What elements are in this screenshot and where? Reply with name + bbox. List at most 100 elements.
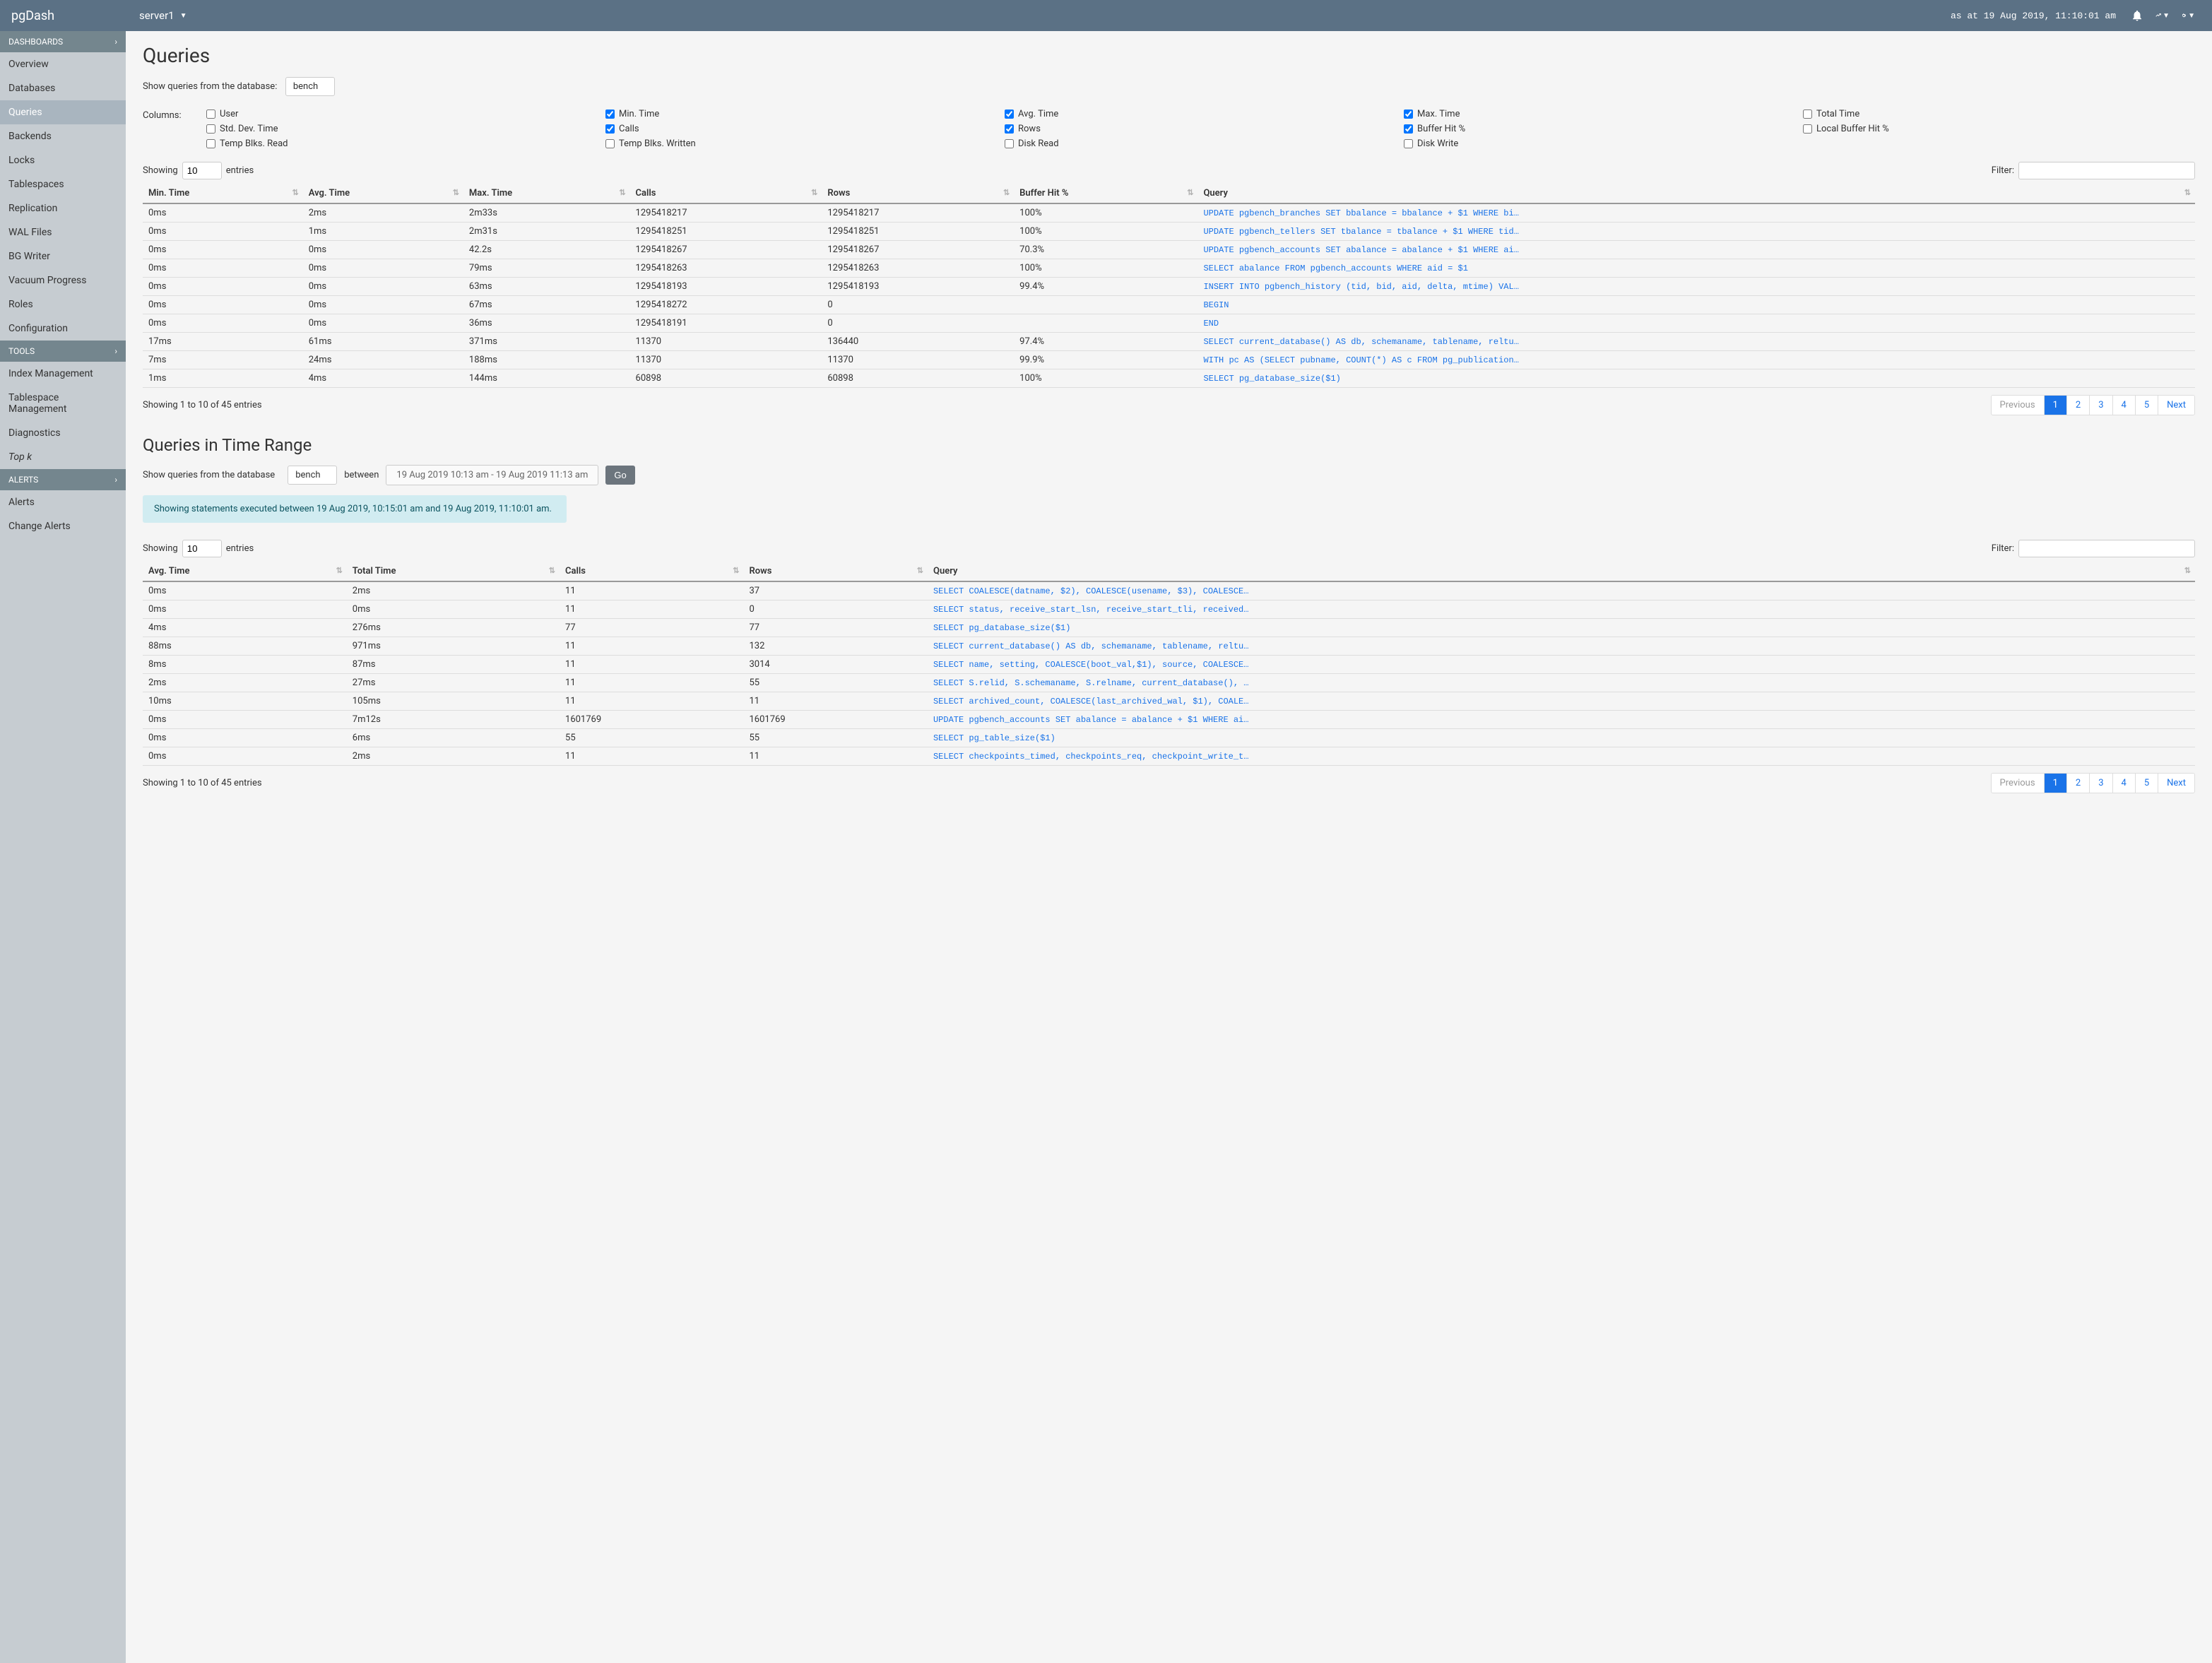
query-link[interactable]: UPDATE pgbench_accounts SET abalance = a… [928,711,2195,729]
query-link[interactable]: SELECT current_database() AS db, scheman… [1197,333,2195,351]
page-button[interactable]: 4 [2113,396,2136,415]
sidebar-item-top-k[interactable]: Top k [0,445,126,469]
page-button[interactable]: 5 [2136,396,2158,415]
sidebar-item-bg-writer[interactable]: BG Writer [0,244,126,268]
column-checkbox[interactable] [1005,110,1014,119]
column-checkbox[interactable] [206,139,215,148]
column-checkbox[interactable] [206,110,215,119]
column-header[interactable]: Max. Time⇅ [463,184,630,203]
column-checkbox[interactable] [1803,110,1812,119]
query-link[interactable]: SELECT COALESCE(datname, $2), COALESCE(u… [928,581,2195,600]
chart-icon[interactable]: ▼ [2155,8,2170,23]
query-link[interactable]: END [1197,314,2195,333]
db-select[interactable]: bench [285,77,335,96]
query-link[interactable]: SELECT status, receive_start_lsn, receiv… [928,600,2195,619]
sidebar-item-index-management[interactable]: Index Management [0,362,126,386]
sidebar-item-locks[interactable]: Locks [0,148,126,172]
filter-input[interactable] [2018,162,2195,179]
column-header[interactable]: Query⇅ [1197,184,2195,203]
cell: 276ms [347,619,560,637]
query-link[interactable]: BEGIN [1197,296,2195,314]
column-header[interactable]: Calls⇅ [560,562,743,581]
column-header[interactable]: Min. Time⇅ [143,184,303,203]
column-checkbox[interactable] [605,124,615,134]
column-checkbox[interactable] [605,139,615,148]
sidebar-item-change-alerts[interactable]: Change Alerts [0,514,126,538]
query-link[interactable]: WITH pc AS (SELECT pubname, COUNT(*) AS … [1197,351,2195,369]
cell: 0ms [303,259,463,278]
go-button[interactable]: Go [605,466,634,485]
cell: 99.4% [1014,278,1197,296]
column-header[interactable]: Avg. Time⇅ [303,184,463,203]
page-button[interactable]: 1 [2045,396,2067,415]
entries-input-2[interactable] [182,540,222,557]
sidebar-item-wal-files[interactable]: WAL Files [0,220,126,244]
column-header[interactable]: Buffer Hit %⇅ [1014,184,1197,203]
query-link[interactable]: SELECT pg_database_size($1) [928,619,2195,637]
page-button[interactable]: 2 [2067,774,2090,793]
sort-icon: ⇅ [619,188,625,197]
gear-icon[interactable]: ▼ [2181,8,2195,23]
query-link[interactable]: UPDATE pgbench_accounts SET abalance = a… [1197,241,2195,259]
sidebar-section-header[interactable]: DASHBOARDS› [0,31,126,52]
cell: 136440 [822,333,1014,351]
sidebar-item-queries[interactable]: Queries [0,100,126,124]
query-link[interactable]: SELECT checkpoints_timed, checkpoints_re… [928,747,2195,766]
column-header[interactable]: Avg. Time⇅ [143,562,347,581]
sidebar-item-alerts[interactable]: Alerts [0,490,126,514]
query-link[interactable]: SELECT name, setting, COALESCE(boot_val,… [928,656,2195,674]
page-button[interactable]: Next [2158,396,2194,415]
column-checkbox[interactable] [1005,139,1014,148]
column-header[interactable]: Rows⇅ [822,184,1014,203]
cell: 60898 [630,369,822,388]
sidebar-item-databases[interactable]: Databases [0,76,126,100]
sidebar-item-overview[interactable]: Overview [0,52,126,76]
query-link[interactable]: UPDATE pgbench_branches SET bbalance = b… [1197,203,2195,223]
sidebar-item-vacuum-progress[interactable]: Vacuum Progress [0,268,126,292]
column-checkbox[interactable] [206,124,215,134]
query-link[interactable]: SELECT abalance FROM pgbench_accounts WH… [1197,259,2195,278]
time-range-picker[interactable]: 19 Aug 2019 10:13 am - 19 Aug 2019 11:13… [386,465,598,485]
column-header[interactable]: Total Time⇅ [347,562,560,581]
sidebar-item-diagnostics[interactable]: Diagnostics [0,421,126,445]
page-button[interactable]: 5 [2136,774,2158,793]
table-row: 4ms276ms7777SELECT pg_database_size($1) [143,619,2195,637]
sidebar-item-tablespaces[interactable]: Tablespaces [0,172,126,196]
sidebar-item-backends[interactable]: Backends [0,124,126,148]
query-link[interactable]: SELECT archived_count, COALESCE(last_arc… [928,692,2195,711]
query-link[interactable]: SELECT current_database() AS db, scheman… [928,637,2195,656]
column-checkbox[interactable] [605,110,615,119]
column-header[interactable]: Calls⇅ [630,184,822,203]
page-button[interactable]: Next [2158,774,2194,793]
column-checkbox[interactable] [1404,124,1413,134]
column-header[interactable]: Rows⇅ [744,562,928,581]
db-select-2[interactable]: bench [288,466,337,485]
page-button[interactable]: 4 [2113,774,2136,793]
page-button[interactable]: 2 [2067,396,2090,415]
query-link[interactable]: UPDATE pgbench_tellers SET tbalance = tb… [1197,223,2195,241]
entries-input[interactable] [182,162,222,179]
bell-icon[interactable] [2130,8,2144,23]
query-link[interactable]: INSERT INTO pgbench_history (tid, bid, a… [1197,278,2195,296]
page-button[interactable]: 3 [2090,396,2112,415]
sidebar-item-tablespace-management[interactable]: Tablespace Management [0,386,126,421]
page-button[interactable]: 1 [2045,774,2067,793]
cell: 1ms [303,223,463,241]
column-checkbox[interactable] [1404,110,1413,119]
column-checkbox[interactable] [1803,124,1812,134]
page-button[interactable]: 3 [2090,774,2112,793]
filter-input-2[interactable] [2018,540,2195,557]
column-checkbox[interactable] [1005,124,1014,134]
sidebar-section-header[interactable]: TOOLS› [0,341,126,362]
column-checkbox[interactable] [1404,139,1413,148]
server-dropdown[interactable]: server1 ▼ [139,9,187,22]
sidebar-section-header[interactable]: ALERTS› [0,469,126,490]
sidebar-item-roles[interactable]: Roles [0,292,126,316]
query-link[interactable]: SELECT S.relid, S.schemaname, S.relname,… [928,674,2195,692]
column-header[interactable]: Query⇅ [928,562,2195,581]
query-link[interactable]: SELECT pg_table_size($1) [928,729,2195,747]
query-link[interactable]: SELECT pg_database_size($1) [1197,369,2195,388]
cell: 27ms [347,674,560,692]
sidebar-item-replication[interactable]: Replication [0,196,126,220]
sidebar-item-configuration[interactable]: Configuration [0,316,126,341]
